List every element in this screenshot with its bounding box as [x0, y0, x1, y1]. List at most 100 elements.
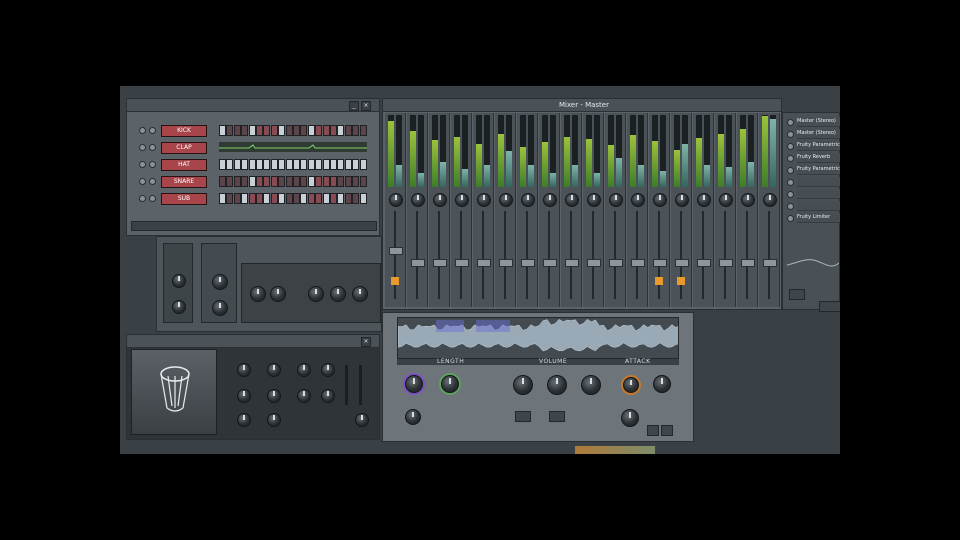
effect-slot[interactable]: Master (Stereo): [797, 117, 840, 127]
step-button[interactable]: [278, 159, 286, 170]
pan-knob[interactable]: [763, 193, 777, 207]
slot-enable-led[interactable]: [787, 179, 794, 186]
effect-slot[interactable]: [797, 201, 840, 211]
fader-track[interactable]: [482, 211, 484, 299]
fader-track[interactable]: [724, 211, 726, 299]
step-button[interactable]: [300, 193, 308, 204]
mixer-track[interactable]: [583, 113, 604, 307]
step-button[interactable]: [307, 193, 315, 204]
step-button[interactable]: [219, 125, 226, 136]
track-select-led[interactable]: [677, 277, 685, 285]
pan-knob[interactable]: [609, 193, 623, 207]
step-button[interactable]: [359, 125, 367, 136]
pan-knob[interactable]: [389, 193, 403, 207]
fader-handle[interactable]: [411, 259, 425, 267]
param-knob[interactable]: [330, 286, 346, 302]
fader-handle[interactable]: [631, 259, 645, 267]
effect-slot[interactable]: Fruity Parametric: [797, 165, 840, 175]
fader-handle[interactable]: [587, 259, 601, 267]
mixer-track[interactable]: [517, 113, 538, 307]
step-button[interactable]: [352, 159, 360, 170]
step-button[interactable]: [300, 176, 308, 187]
mixer-track[interactable]: [407, 113, 428, 307]
drum-param-knob[interactable]: [321, 363, 335, 377]
drum-plugin-titlebar[interactable]: ×: [127, 335, 379, 348]
release-knob[interactable]: [653, 375, 671, 393]
step-button[interactable]: [226, 176, 234, 187]
pan-knob[interactable]: [477, 193, 491, 207]
mixer-titlebar[interactable]: Mixer - Master: [383, 99, 781, 112]
fader-track[interactable]: [548, 211, 550, 299]
step-button[interactable]: [330, 193, 337, 204]
channel-name-button[interactable]: CLAP: [161, 142, 207, 154]
step-button[interactable]: [219, 159, 226, 170]
drum-slider[interactable]: [359, 365, 362, 405]
step-button[interactable]: [337, 176, 345, 187]
step-button[interactable]: [219, 193, 226, 204]
step-button[interactable]: [285, 193, 293, 204]
channel-name-button[interactable]: KICK: [161, 125, 207, 137]
channel-name-button[interactable]: SNARE: [161, 176, 207, 188]
channel-name-button[interactable]: SUB: [161, 193, 207, 205]
pan-knob[interactable]: [411, 193, 425, 207]
fader-handle[interactable]: [521, 259, 535, 267]
track-select-led[interactable]: [655, 277, 663, 285]
pan-knob[interactable]: [499, 193, 513, 207]
mixer-track[interactable]: [693, 113, 714, 307]
mode-button[interactable]: [515, 411, 531, 422]
step-button[interactable]: [248, 125, 256, 136]
sampler-knob[interactable]: [172, 274, 186, 288]
step-button[interactable]: [352, 176, 360, 187]
step-button[interactable]: [322, 193, 330, 204]
fader-track[interactable]: [504, 211, 506, 299]
fader-track[interactable]: [680, 211, 682, 299]
step-button[interactable]: [322, 159, 330, 170]
step-button[interactable]: [315, 159, 323, 170]
channel-rack-titlebar[interactable]: _ ×: [127, 99, 379, 112]
step-button[interactable]: [278, 193, 286, 204]
drum-param-knob[interactable]: [237, 389, 251, 403]
fader-handle[interactable]: [477, 259, 491, 267]
mixer-track[interactable]: [715, 113, 736, 307]
step-button[interactable]: [248, 193, 256, 204]
param-knob[interactable]: [270, 286, 286, 302]
step-button[interactable]: [315, 176, 323, 187]
drum-param-knob[interactable]: [267, 389, 281, 403]
step-button[interactable]: [300, 159, 308, 170]
channel-mute-led[interactable]: [139, 127, 146, 134]
step-button[interactable]: [307, 176, 315, 187]
pan-knob[interactable]: [719, 193, 733, 207]
fader-handle[interactable]: [719, 259, 733, 267]
step-button[interactable]: [241, 176, 249, 187]
step-button[interactable]: [330, 159, 337, 170]
fader-track[interactable]: [702, 211, 704, 299]
channel-name-button[interactable]: HAT: [161, 159, 207, 171]
fader-handle[interactable]: [763, 259, 777, 267]
channel-mute-led[interactable]: [139, 195, 146, 202]
mixer-track[interactable]: [539, 113, 560, 307]
slot-enable-led[interactable]: [787, 119, 794, 126]
step-button[interactable]: [263, 125, 271, 136]
track-select-led[interactable]: [391, 277, 399, 285]
mixer-track[interactable]: [649, 113, 670, 307]
fader-handle[interactable]: [389, 247, 403, 255]
step-button[interactable]: [248, 159, 256, 170]
param-knob[interactable]: [308, 286, 324, 302]
slot-enable-led[interactable]: [787, 143, 794, 150]
drum-param-knob[interactable]: [321, 389, 335, 403]
effect-slot[interactable]: Fruity Parametric: [797, 141, 840, 151]
fader-handle[interactable]: [499, 259, 513, 267]
decay-knob[interactable]: [621, 409, 639, 427]
fader-handle[interactable]: [741, 259, 755, 267]
step-button[interactable]: [256, 176, 263, 187]
waveform-display[interactable]: [397, 317, 679, 359]
attack-knob[interactable]: [623, 377, 639, 393]
step-button[interactable]: [322, 125, 330, 136]
fader-track[interactable]: [658, 211, 660, 299]
channel-mute-led[interactable]: [139, 161, 146, 168]
step-button[interactable]: [226, 125, 234, 136]
step-button[interactable]: [359, 159, 367, 170]
drum-param-knob[interactable]: [297, 389, 311, 403]
option-button[interactable]: [647, 425, 659, 436]
fader-track[interactable]: [526, 211, 528, 299]
